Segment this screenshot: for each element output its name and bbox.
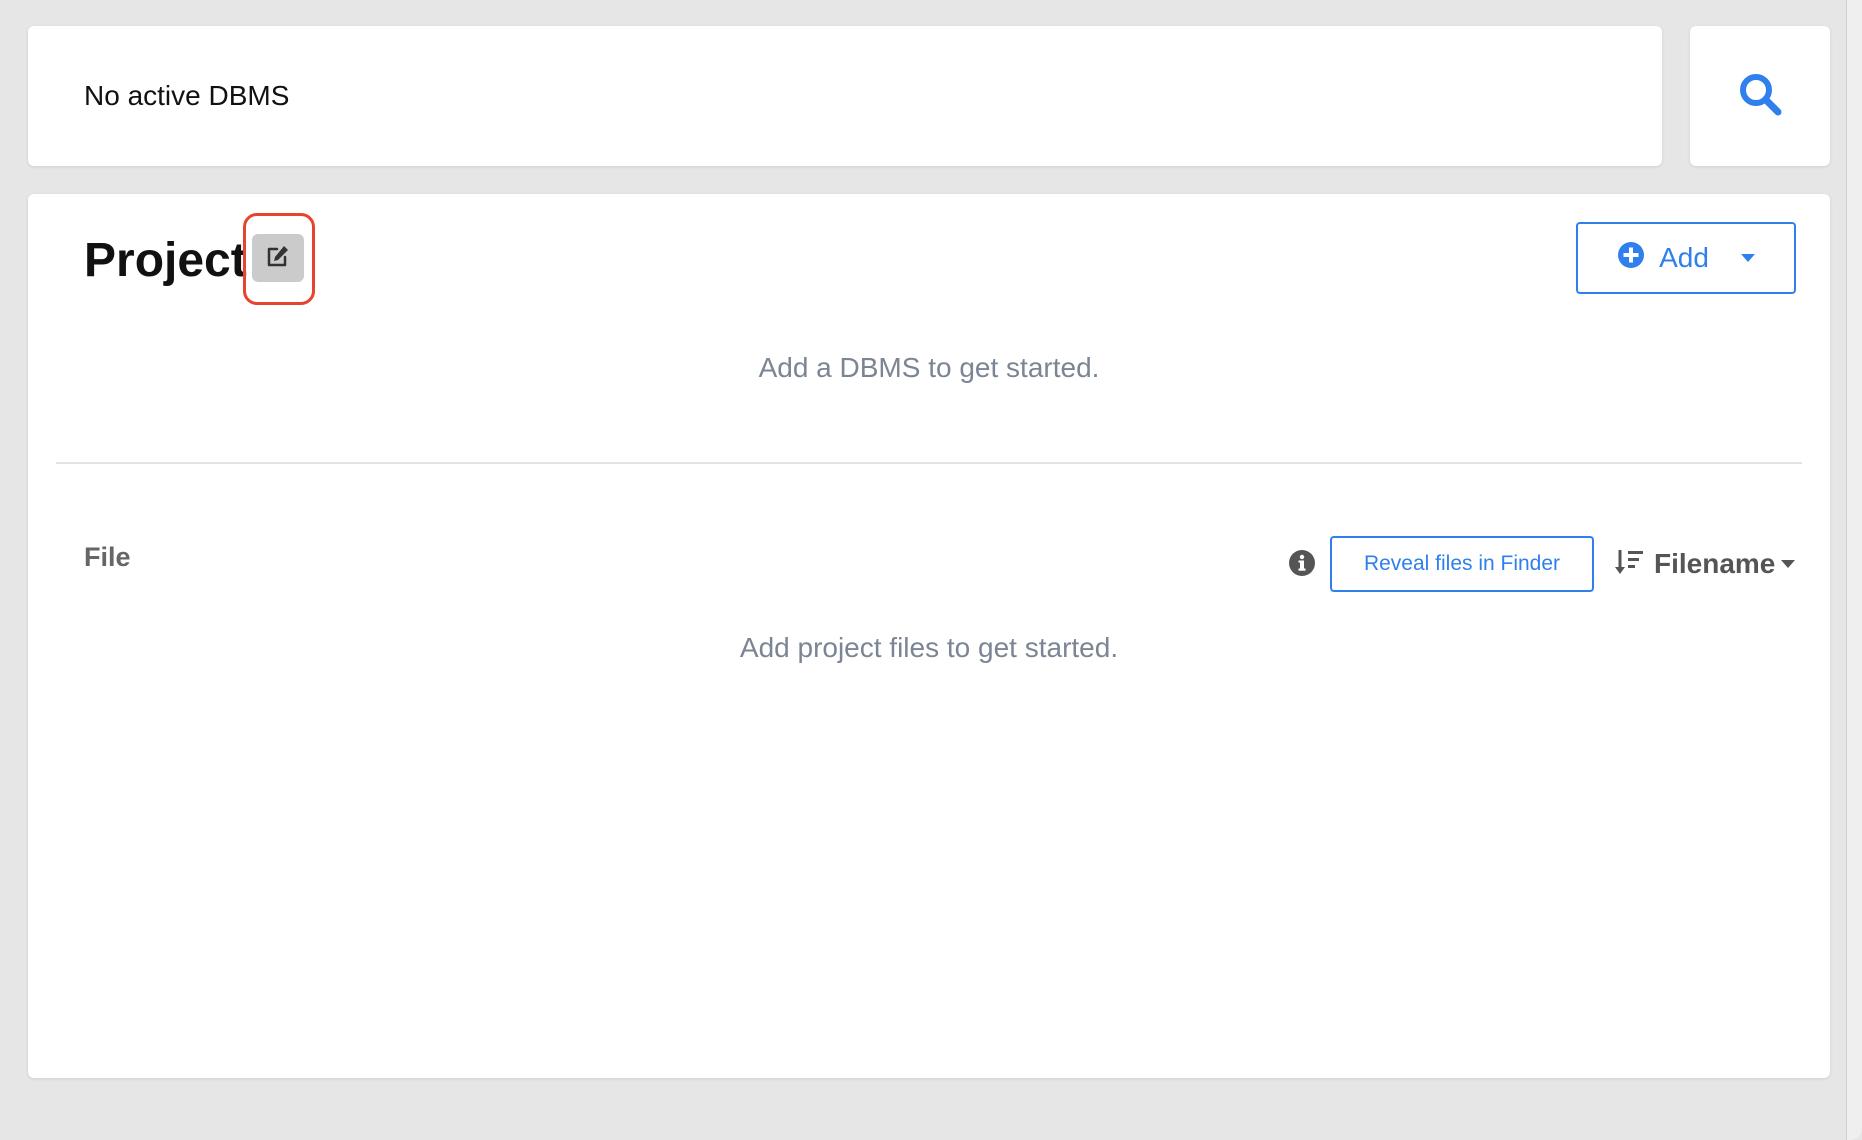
chevron-down-icon — [1781, 560, 1796, 568]
active-dbms-bar: No active DBMS — [28, 26, 1662, 166]
info-icon[interactable] — [1288, 549, 1316, 577]
empty-dbms-message: Add a DBMS to get started. — [758, 352, 1100, 383]
add-button-label: Add — [1659, 242, 1709, 273]
project-panel: Project Add Add a DBMS to get started. F… — [28, 194, 1830, 1078]
empty-files-message: Add project files to get started. — [739, 632, 1119, 663]
plus-circle-icon — [1617, 241, 1645, 276]
sort-descending-icon — [1614, 547, 1644, 582]
files-section-label: File — [84, 542, 131, 572]
reveal-files-button[interactable]: Reveal files in Finder — [1330, 536, 1594, 592]
sort-dropdown[interactable]: Filename — [1614, 544, 1796, 584]
search-button[interactable] — [1690, 26, 1830, 166]
section-divider — [56, 462, 1802, 464]
edit-project-button[interactable] — [252, 234, 304, 282]
page: No active DBMS Project Add Add a DBMS to… — [0, 0, 1862, 1140]
chevron-down-icon — [1740, 254, 1755, 262]
add-button[interactable]: Add — [1576, 222, 1796, 294]
search-icon — [1737, 71, 1783, 122]
edit-icon — [265, 243, 291, 274]
project-title: Project — [84, 234, 247, 287]
window-edge — [1846, 0, 1862, 1140]
active-dbms-status: No active DBMS — [84, 80, 290, 111]
sort-label: Filename — [1654, 548, 1776, 579]
